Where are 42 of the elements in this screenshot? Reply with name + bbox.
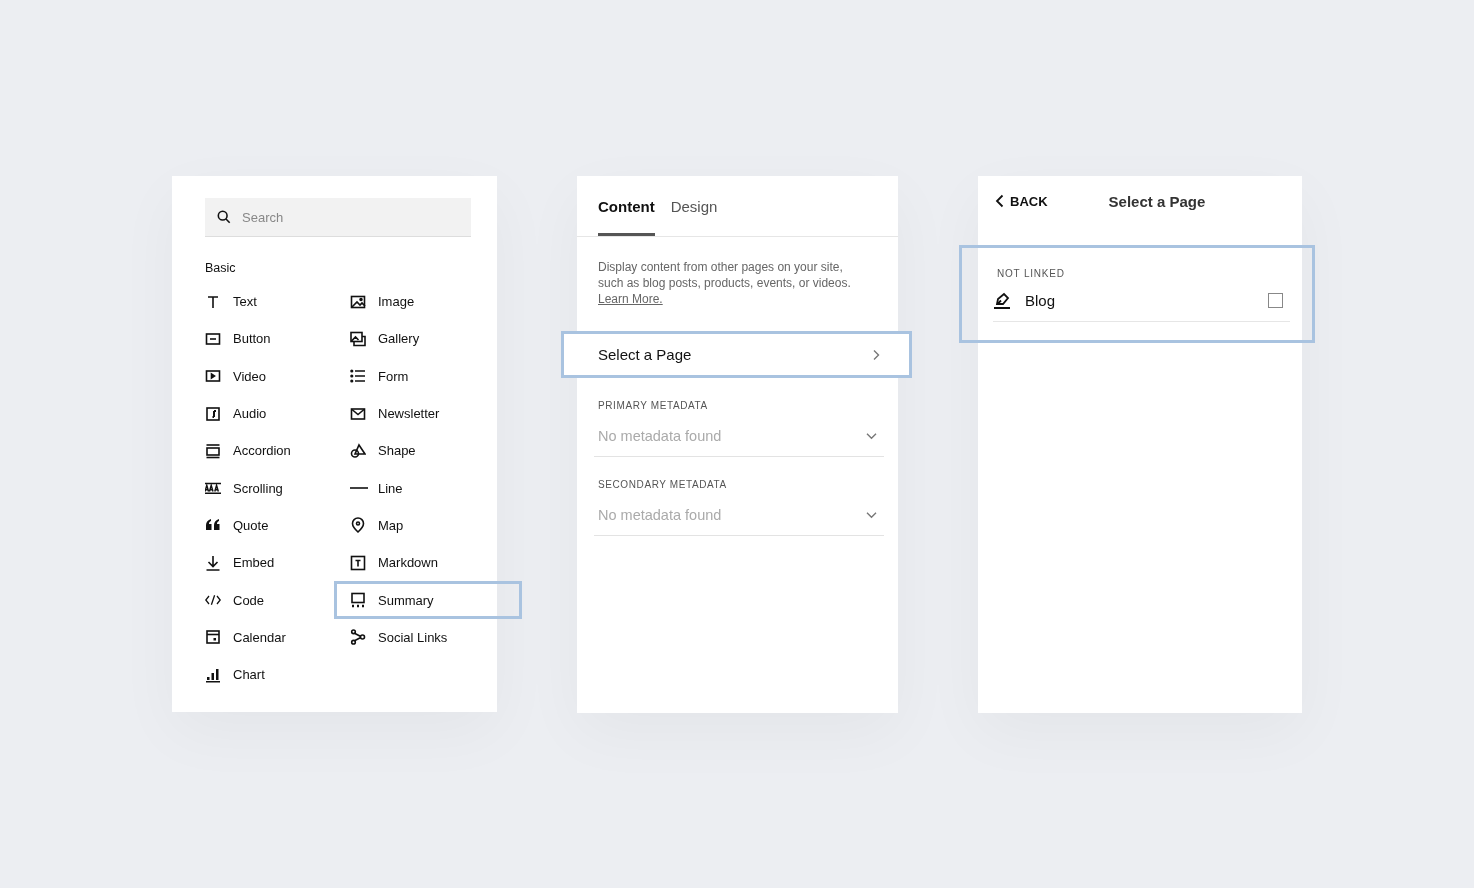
search-field[interactable]: Search (205, 198, 471, 237)
markdown-icon (350, 554, 366, 571)
section-label: NOT LINKED (997, 268, 1066, 279)
calendar-icon (205, 629, 221, 646)
summary-icon (350, 592, 366, 608)
button-icon (205, 330, 221, 347)
shape-icon (350, 442, 366, 459)
select-page-row[interactable]: Select a Page (561, 331, 912, 378)
tab[interactable]: Content (598, 176, 655, 236)
search-icon (217, 210, 231, 224)
chevron-down-icon (865, 510, 878, 519)
bar-chart-icon (205, 666, 221, 683)
panel-title: Select a Page (1108, 192, 1206, 210)
block-item[interactable]: Chart (189, 655, 350, 694)
learn-more-link[interactable]: Learn More. (598, 292, 663, 306)
gallery-icon (350, 330, 366, 347)
field-label: SECONDARY METADATA (598, 479, 728, 490)
text-icon (205, 293, 221, 310)
map-pin-icon (350, 517, 366, 534)
page-row[interactable]: Blog (993, 279, 1290, 322)
back-button[interactable]: BACK (995, 193, 1048, 209)
envelope-icon (350, 405, 366, 422)
checkbox[interactable] (1268, 292, 1283, 308)
music-note-icon (205, 405, 221, 422)
tab[interactable]: Design (670, 176, 718, 236)
chevron-down-icon (865, 431, 878, 440)
scrolling-text-icon (205, 480, 221, 497)
code-icon (205, 592, 221, 608)
description-text: Display content from other pages on your site, such as blog posts, products, events, or videos. Learn More. (598, 259, 852, 307)
line-icon (350, 487, 368, 490)
nodes-icon (350, 629, 366, 646)
chevron-right-icon (871, 348, 881, 361)
image-icon (350, 293, 366, 310)
pen-icon (993, 291, 1011, 309)
download-icon (205, 554, 221, 571)
accordion-icon (205, 442, 221, 459)
list-icon (350, 368, 366, 385)
field-label: PRIMARY METADATA (598, 400, 709, 411)
video-icon (205, 368, 221, 385)
block-item[interactable]: Summary (334, 581, 522, 619)
section-heading: Basic (205, 261, 237, 275)
chevron-left-icon (995, 194, 1005, 208)
